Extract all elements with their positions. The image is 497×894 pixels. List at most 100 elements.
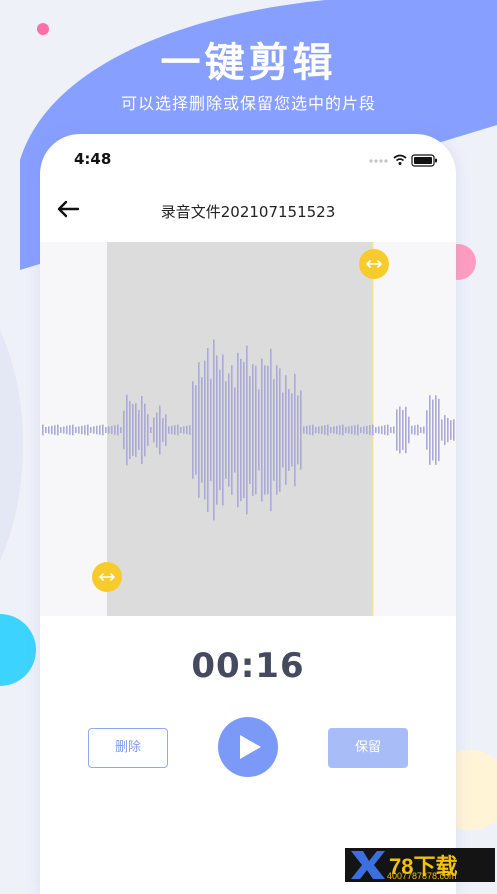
waveform-bar: [378, 426, 380, 434]
waveform-bar: [450, 420, 452, 440]
keep-button[interactable]: 保留: [328, 728, 408, 768]
waveform-bar: [447, 417, 449, 443]
waveform-bar: [396, 409, 398, 451]
promo-subtitle: 可以选择删除或保留您选中的片段: [120, 94, 376, 113]
waveform-bar: [54, 425, 56, 435]
waveform-bar: [171, 425, 173, 435]
waveform-bar: [246, 345, 248, 515]
waveform-bar: [390, 427, 392, 433]
waveform-bar: [174, 425, 176, 435]
waveform-bar: [243, 361, 245, 499]
waveform-bar: [315, 427, 317, 433]
waveform-bar: [441, 419, 443, 441]
waveform-bar: [162, 418, 164, 442]
waveform-bar: [435, 395, 437, 465]
waveform-bar: [429, 395, 431, 465]
waveform-bar: [180, 427, 182, 433]
waveform-bar: [369, 425, 371, 435]
waveform-bar: [414, 425, 416, 435]
waveform-bar: [444, 414, 446, 446]
waveform-bar: [111, 425, 113, 435]
waveform-bar: [339, 425, 341, 435]
waveform-bar: [345, 427, 347, 433]
waveform-bar: [324, 425, 326, 435]
waveform-bar: [285, 375, 287, 485]
waveform-bar: [399, 406, 401, 454]
waveform-bar: [114, 425, 116, 435]
waveform-bar: [372, 424, 374, 436]
waveform-bar: [198, 362, 200, 498]
play-button[interactable]: [218, 717, 278, 777]
waveform-bar: [366, 425, 368, 435]
waveform-bar: [81, 425, 83, 435]
waveform-bar: [306, 425, 308, 435]
waveform-bar: [228, 373, 230, 487]
waveform-bar: [177, 424, 179, 436]
waveform-bar: [219, 369, 221, 491]
waveform-bar: [42, 424, 44, 436]
waveform-bar: [216, 355, 218, 505]
waveform-bar: [342, 424, 344, 436]
waveform-bar: [144, 403, 146, 457]
waveform-bar: [105, 427, 107, 433]
waveform-bar: [129, 401, 131, 459]
waveform-bar: [288, 389, 290, 471]
waveform-bar: [234, 387, 236, 473]
waveform-bar: [258, 389, 260, 471]
waveform-bar: [294, 373, 296, 487]
watermark: 78下载 4007787878.com: [345, 848, 495, 882]
waveform-bar: [84, 425, 86, 435]
waveform-bar: [363, 426, 365, 434]
trim-handle-start[interactable]: [92, 562, 122, 592]
waveform-bar: [66, 425, 68, 435]
waveform-bar: [132, 404, 134, 456]
waveform-bar: [348, 426, 350, 434]
waveform-bar: [102, 424, 104, 436]
waveform-bar: [321, 425, 323, 435]
waveform-bar: [192, 381, 194, 479]
waveform-bar: [303, 426, 305, 434]
waveform-bar: [201, 377, 203, 483]
waveform-bar: [405, 406, 407, 454]
status-icons: [368, 152, 438, 171]
waveform-bar: [408, 416, 410, 444]
waveform-bar: [45, 427, 47, 433]
trim-handle-end[interactable]: [359, 249, 389, 279]
waveform-bar: [387, 424, 389, 436]
waveform-bar: [438, 398, 440, 462]
watermark-url: 4007787878.com: [387, 871, 457, 881]
waveform-bar: [153, 417, 155, 443]
waveform-bar: [120, 427, 122, 433]
waveform-bar: [195, 385, 197, 475]
waveform-bar: [420, 427, 422, 433]
delete-button[interactable]: 删除: [88, 728, 168, 768]
waveform-bar: [261, 358, 263, 502]
waveform-bar: [159, 405, 161, 455]
wifi-icon: [393, 154, 407, 162]
waveform[interactable]: [40, 242, 456, 616]
waveform-bar: [186, 425, 188, 435]
waveform-bar: [282, 392, 284, 468]
audio-editor: [40, 242, 456, 616]
waveform-bar: [183, 426, 185, 434]
waveform-bar: [93, 426, 95, 434]
waveform-bar: [402, 410, 404, 450]
waveform-bar: [204, 360, 206, 500]
waveform-bar: [156, 412, 158, 448]
waveform-bar: [108, 426, 110, 434]
waveform-bar: [318, 426, 320, 434]
waveform-bar: [273, 379, 275, 481]
waveform-bar: [87, 424, 89, 436]
waveform-bar: [249, 376, 251, 484]
status-time: 4:48: [74, 150, 112, 168]
waveform-bar: [336, 425, 338, 435]
waveform-bar: [351, 425, 353, 435]
waveform-bar: [72, 424, 74, 436]
waveform-bar: [309, 425, 311, 435]
waveform-bar: [126, 394, 128, 466]
waveform-bar: [207, 347, 209, 513]
waveform-bar: [279, 368, 281, 492]
waveform-bar: [381, 425, 383, 435]
waveform-bar: [357, 424, 359, 436]
waveform-bar: [135, 403, 137, 457]
